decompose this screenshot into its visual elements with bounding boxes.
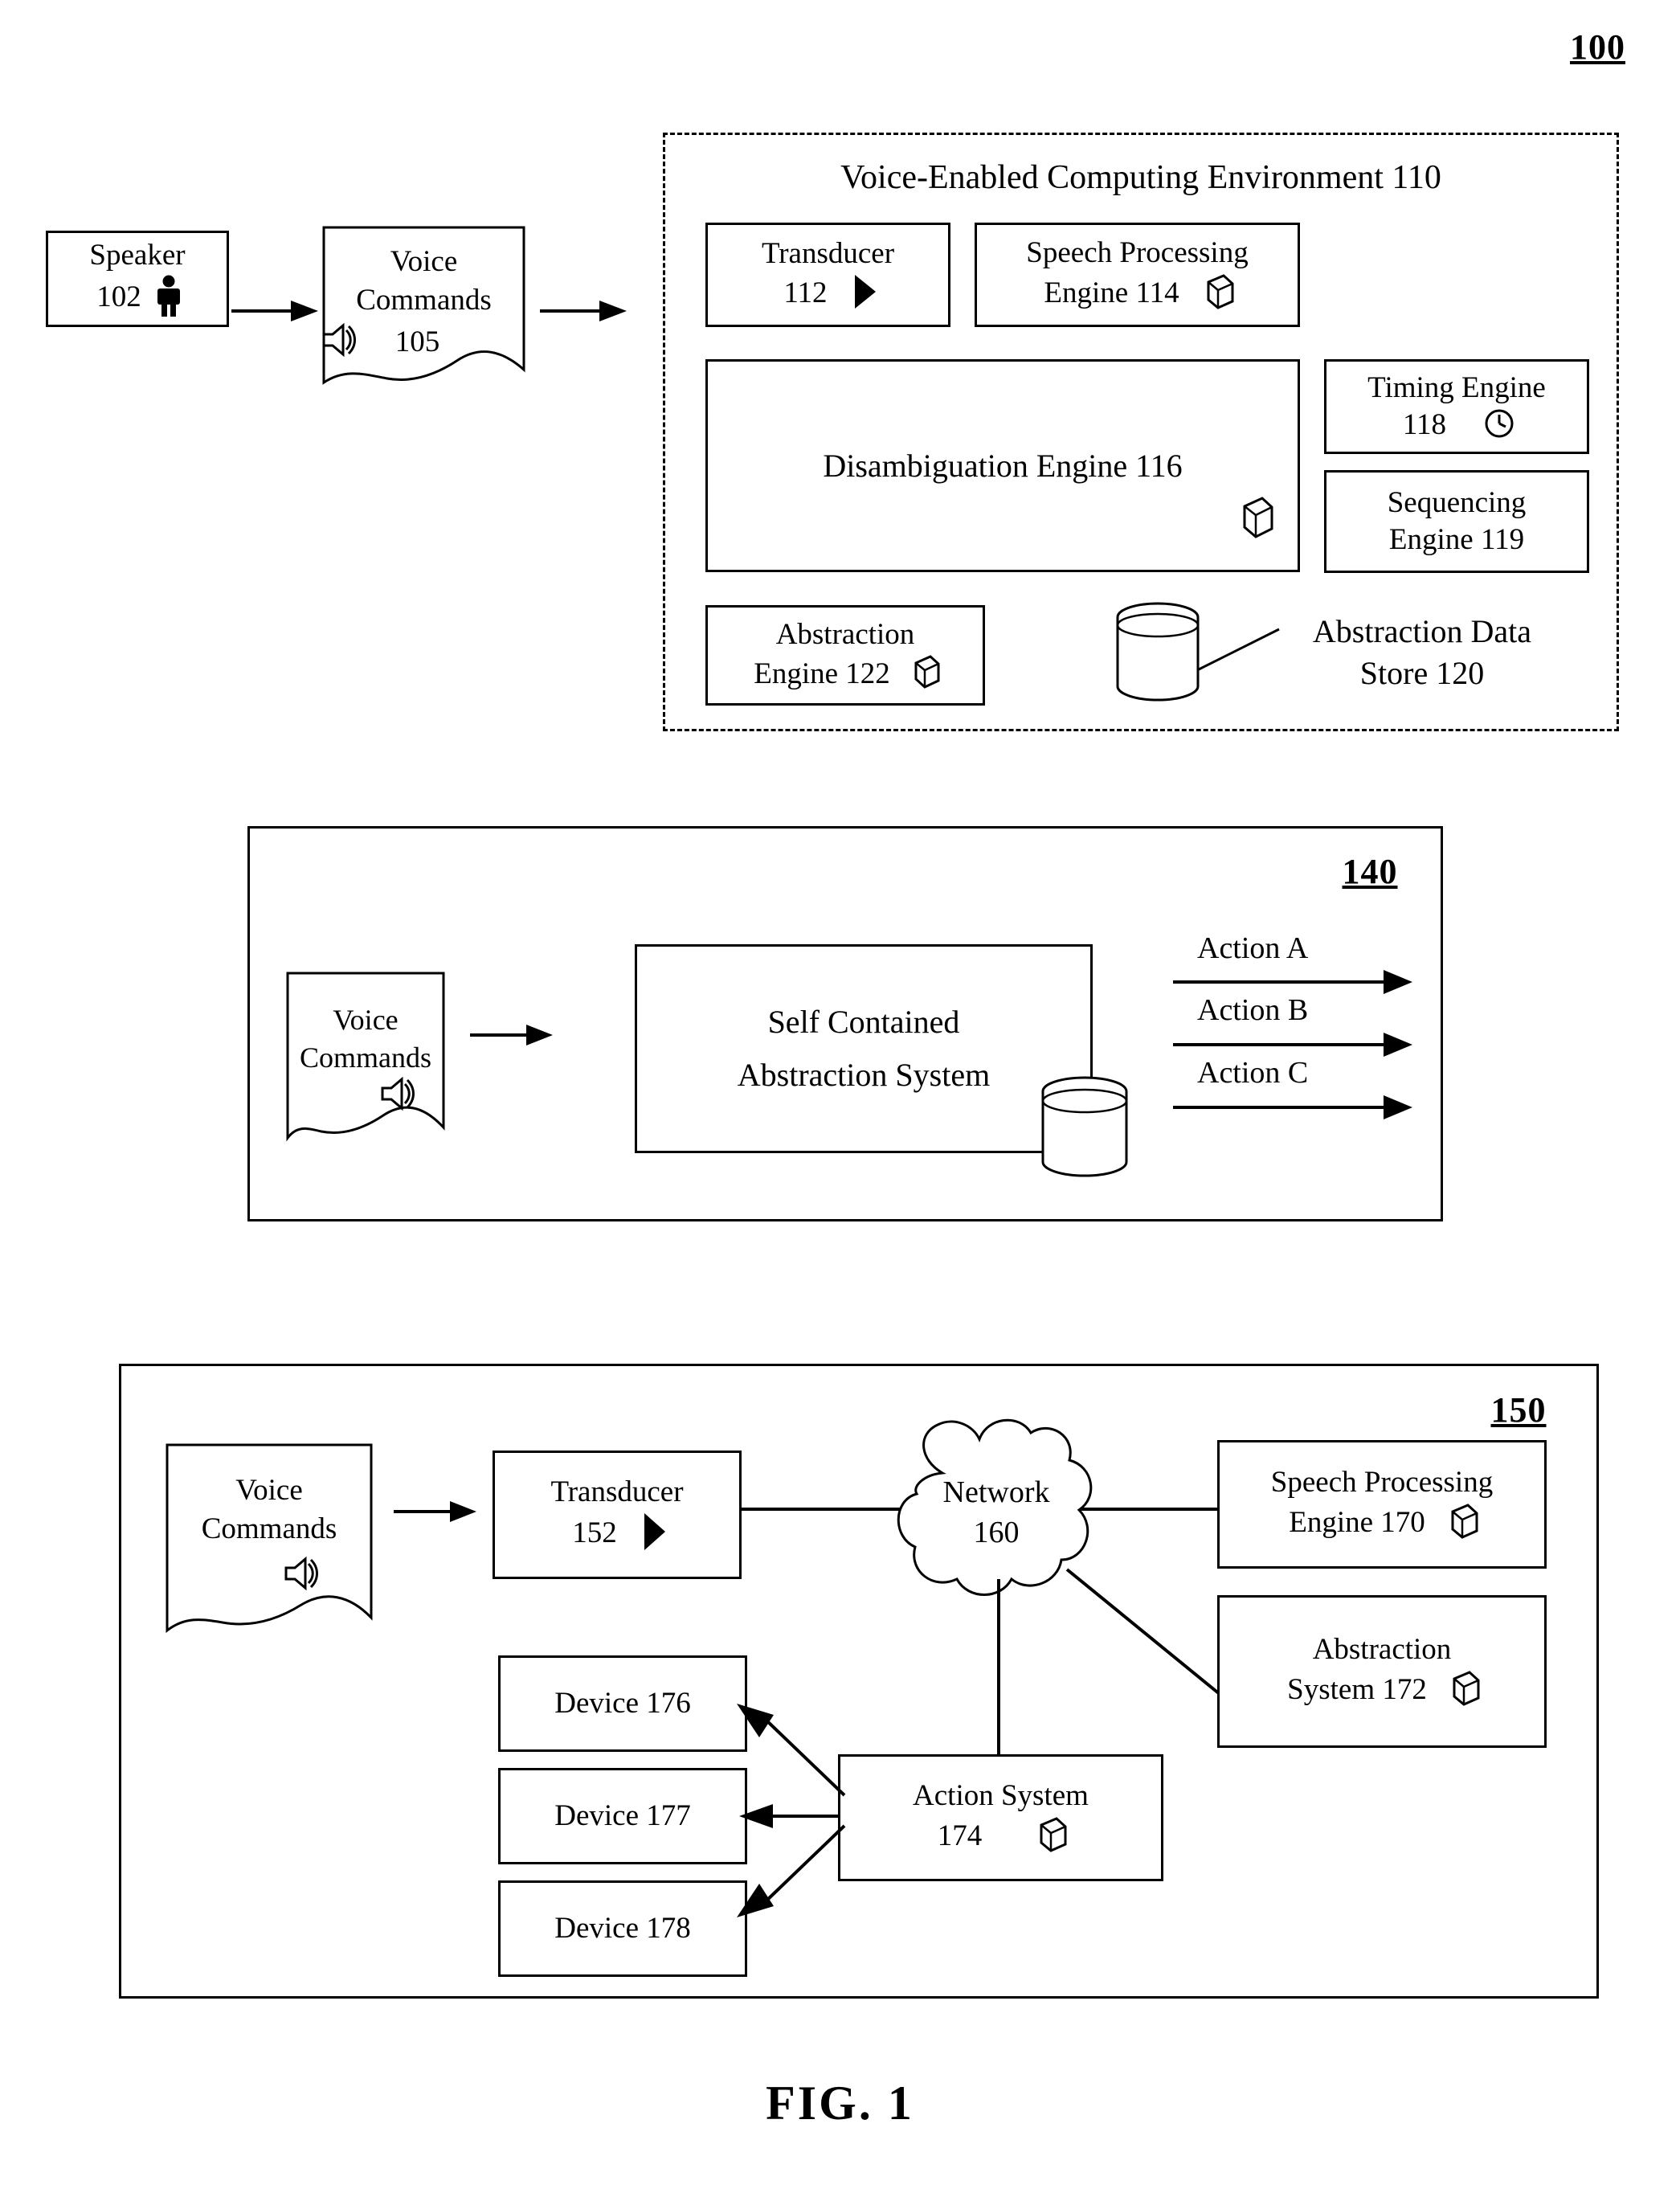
speaker-label-line1: Speaker [89,239,186,272]
sequencing-engine-119-line2: Engine 119 [1388,523,1525,556]
timing-engine-118-line2: 118 [1402,408,1447,441]
spe-170-line2: Engine 170 [1289,1506,1425,1539]
transducer-112-line1: Transducer [761,237,895,271]
line-network-to-spe-170 [1081,1505,1221,1513]
voice-commands-scroll-150: Voice Commands [165,1442,374,1635]
cube-icon [1448,1669,1482,1712]
device-box-177: Device 177 [498,1768,747,1864]
play-triangle-icon [853,273,877,314]
abstraction-engine-box-122: Abstraction Engine 122 [705,605,985,706]
database-cylinder-icon [1036,1075,1133,1180]
disambiguation-engine-box-116: Disambiguation Engine 116 [705,359,1300,572]
scas-line1: Self Contained [767,1004,960,1040]
transducer-box-112: Transducer 112 [705,223,950,327]
voice-commands-line2: Commands [356,284,492,317]
timing-engine-118-line1: Timing Engine [1367,370,1546,404]
disambiguation-engine-116-label: Disambiguation Engine 116 [823,447,1183,484]
arrow-action-system-to-device-176 [735,1704,848,1800]
play-triangle-icon [643,1512,667,1556]
cube-icon [909,653,942,694]
action-b-label: Action B [1197,993,1309,1027]
network-line2: 160 [973,1516,1020,1550]
voice-commands-150-line2: Commands [201,1512,337,1546]
arrow-commands-to-transducer-152 [394,1500,478,1524]
action-system-174-line2: 174 [937,1819,983,1852]
cube-icon [1237,494,1276,541]
spe-114-line2: Engine 114 [1044,276,1179,309]
scas-line2: Abstraction System [737,1057,991,1093]
device-178-label: Device 178 [554,1911,691,1945]
abstraction-data-store-label: Abstraction Data Store 120 [1253,611,1591,694]
abstraction-engine-122-line1: Abstraction [775,617,915,651]
device-box-176: Device 176 [498,1655,747,1752]
voice-commands-140-line2: Commands [299,1041,431,1074]
database-cylinder-icon [1110,601,1205,704]
arrow-commands-to-environment [540,299,628,323]
action-c-label: Action C [1197,1056,1309,1090]
figure-number-150: 150 [1490,1390,1547,1430]
abstraction-system-box-172: Abstraction System 172 [1217,1595,1547,1748]
figure-caption: FIG. 1 [766,2077,914,2130]
arrow-action-system-to-device-178 [735,1816,848,1919]
speech-processing-engine-box-114: Speech Processing Engine 114 [975,223,1300,327]
device-box-178: Device 178 [498,1880,747,1977]
abstraction-engine-122-line2: Engine 122 [754,657,890,690]
device-177-label: Device 177 [554,1798,691,1832]
abstraction-system-172-line2: System 172 [1287,1673,1427,1706]
abstraction-data-store-line1: Abstraction Data [1312,613,1532,649]
voice-commands-line3: 105 [394,325,440,358]
action-system-174-line1: Action System [913,1779,1089,1813]
spe-114-line1: Speech Processing [1026,236,1249,270]
voice-commands-150-line1: Voice [235,1474,303,1507]
speech-processing-engine-box-170: Speech Processing Engine 170 [1217,1440,1547,1569]
transducer-112-line2: 112 [783,276,828,309]
line-network-to-action-system [995,1579,1003,1757]
voice-commands-scroll-top: Voice Commands 105 [321,225,526,386]
line-network-to-abstraction-system-172 [1065,1568,1228,1702]
cube-icon [1035,1815,1069,1858]
arrow-action-a [1173,970,1414,994]
cube-icon [1202,272,1236,315]
cube-icon [1446,1502,1480,1545]
voice-commands-scroll-140: Voice Commands [285,971,446,1144]
abstraction-data-store-line2: Store 120 [1359,655,1485,691]
clock-icon [1483,407,1515,444]
speaker-label-line2: 102 [96,280,141,313]
arrow-action-b [1173,1033,1414,1057]
person-icon [154,275,183,321]
arrow-commands-to-abstraction-system [470,1023,554,1047]
abstraction-system-172-line1: Abstraction [1312,1633,1452,1667]
action-system-box-174: Action System 174 [838,1754,1163,1881]
self-contained-abstraction-system-box: Self Contained Abstraction System [635,944,1093,1153]
figure-number-140: 140 [1342,852,1398,891]
arrow-action-c [1173,1095,1414,1119]
network-label: Network 160 [880,1472,1113,1553]
sequencing-engine-box-119: Sequencing Engine 119 [1324,470,1589,573]
speaker-box: Speaker 102 [46,231,229,327]
voice-commands-line1: Voice [390,245,458,278]
figure-number-100: 100 [1570,27,1625,67]
device-176-label: Device 176 [554,1686,691,1720]
sequencing-engine-119-line1: Sequencing [1387,485,1527,519]
transducer-152-line2: 152 [572,1516,617,1549]
transducer-152-line1: Transducer [550,1475,684,1509]
timing-engine-box-118: Timing Engine 118 [1324,359,1589,454]
transducer-box-152: Transducer 152 [493,1451,742,1579]
action-a-label: Action A [1197,931,1309,965]
arrow-speaker-to-commands [231,299,320,323]
environment-title: Voice-Enabled Computing Environment 110 [840,159,1441,196]
network-line1: Network [942,1475,1050,1509]
spe-170-line1: Speech Processing [1270,1466,1494,1500]
patent-figure-page: 100 Speaker 102 Voice Commands 105 Voice… [0,0,1680,2185]
voice-commands-140-line1: Voice [333,1004,399,1036]
